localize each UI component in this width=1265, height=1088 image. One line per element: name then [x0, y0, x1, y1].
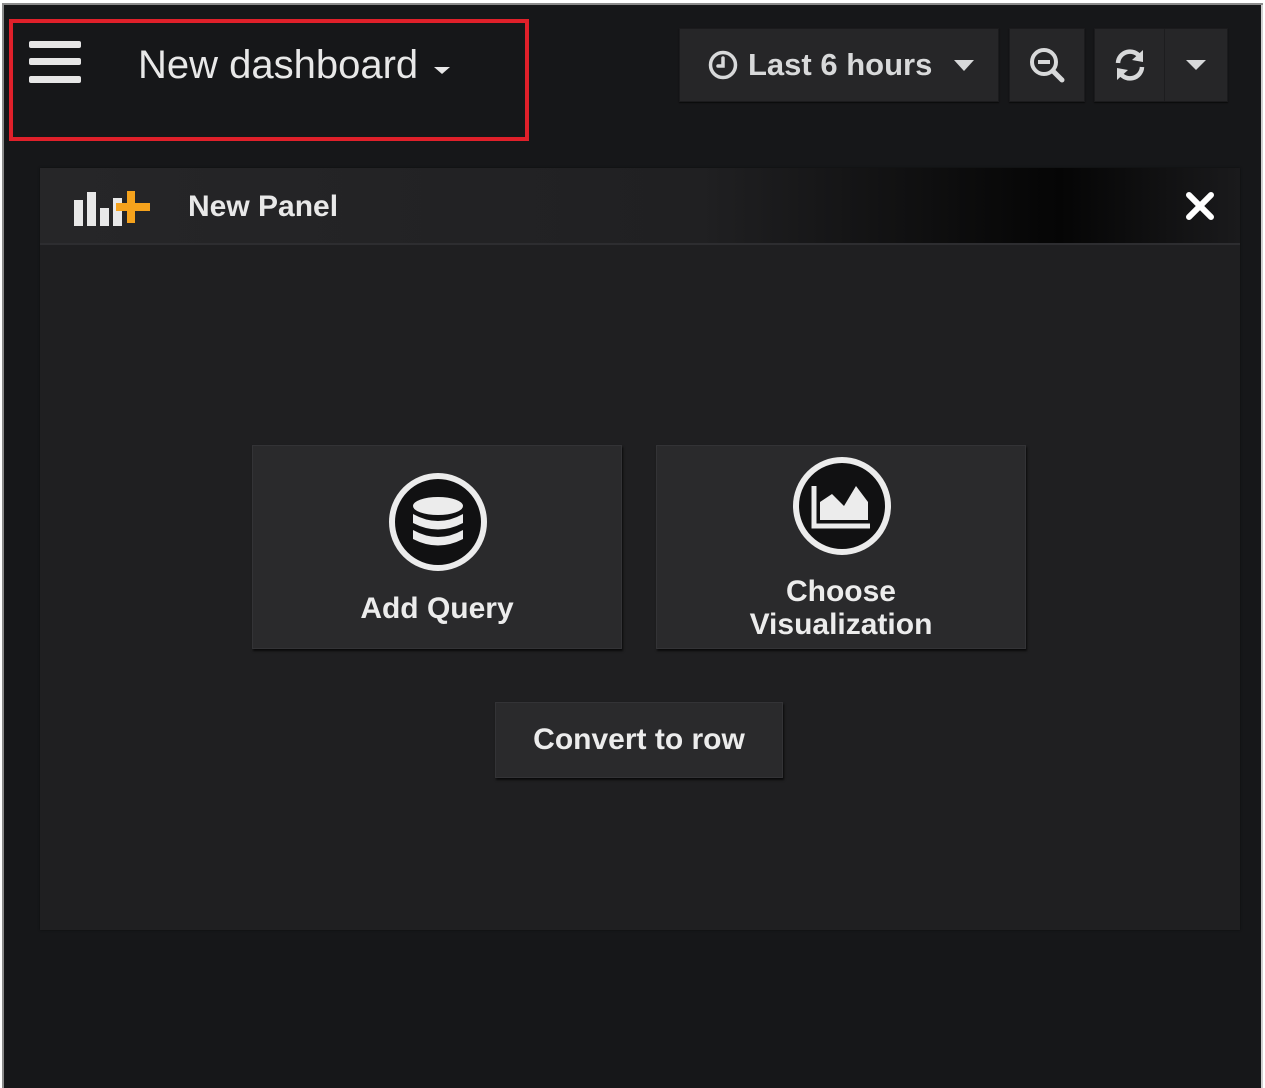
- choose-visualization-line1: Choose: [785, 575, 896, 608]
- add-panel-icon: [74, 191, 150, 226]
- panel-header: New Panel: [40, 168, 1240, 245]
- add-query-button[interactable]: Add Query: [252, 445, 622, 649]
- clock-icon: [708, 50, 738, 80]
- close-icon[interactable]: [1184, 190, 1216, 222]
- time-range-label: Last 6 hours: [748, 47, 933, 82]
- area-chart-icon: [793, 457, 891, 555]
- refresh-button[interactable]: [1095, 29, 1166, 101]
- choose-visualization-label: Choose Visualization: [657, 575, 1025, 641]
- caret-down-icon: [1186, 60, 1207, 70]
- time-range-picker[interactable]: Last 6 hours: [679, 28, 999, 102]
- convert-to-row-button[interactable]: Convert to row: [495, 702, 783, 778]
- caret-down-icon: [434, 66, 451, 74]
- database-icon: [389, 473, 487, 571]
- zoom-out-icon: [1030, 48, 1065, 83]
- refresh-interval-dropdown[interactable]: [1165, 29, 1227, 101]
- dashboard-title-picker[interactable]: New dashboard: [138, 39, 451, 91]
- panel-title: New Panel: [188, 190, 339, 223]
- dashboard-title: New dashboard: [138, 42, 419, 87]
- add-query-label: Add Query: [360, 592, 514, 625]
- caret-down-icon: [954, 59, 975, 71]
- hamburger-menu-icon[interactable]: [29, 41, 81, 83]
- refresh-icon: [1115, 49, 1144, 81]
- refresh-button-group: [1094, 28, 1228, 102]
- choose-visualization-button[interactable]: Choose Visualization: [656, 445, 1026, 649]
- new-panel: New Panel Add Query Choose Visualization…: [40, 168, 1240, 930]
- zoom-out-button[interactable]: [1009, 28, 1085, 102]
- app-frame: New dashboard Last 6 hours New Panel Add…: [2, 3, 1263, 1088]
- choose-visualization-line2: Visualization: [749, 608, 933, 641]
